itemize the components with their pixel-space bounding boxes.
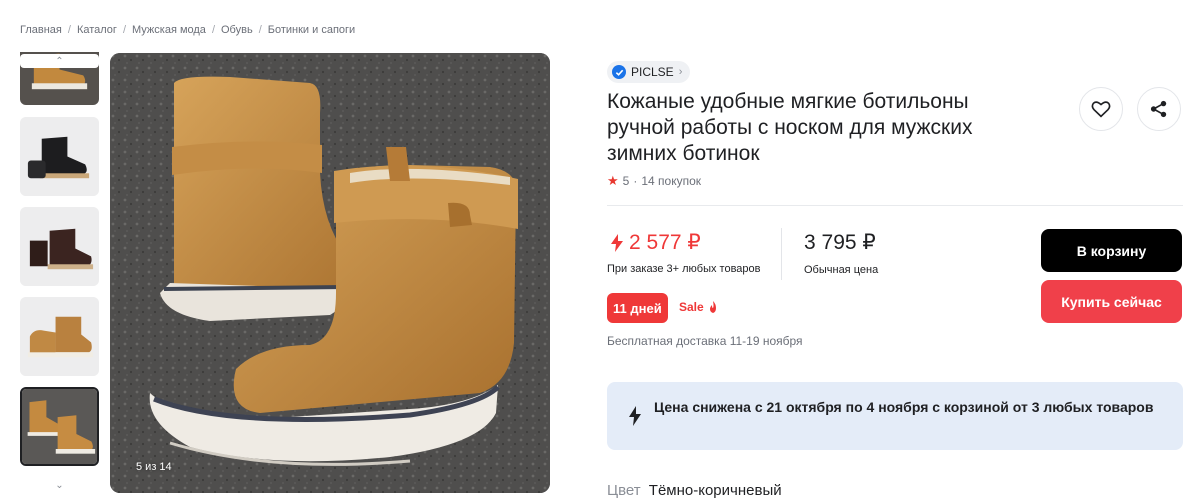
favorite-button[interactable] [1079,87,1123,131]
breadcrumb-home[interactable]: Главная [20,24,62,36]
thumbnail-3[interactable] [20,207,99,286]
regular-price-note: Обычная цена [804,264,879,276]
buy-now-button[interactable]: Купить сейчас [1041,280,1182,323]
product-title: Кожаные удобные мягкие ботильоны ручной … [607,90,973,165]
regular-price: 3 795 ₽ [804,231,876,254]
image-counter: 5 из 14 [136,461,172,473]
main-product-image[interactable]: 5 из 14 [110,53,550,493]
black-boot-thumbnail-image [20,117,99,196]
lightning-icon [611,233,623,252]
chevron-up-icon[interactable]: ⌃ [20,54,99,68]
thumbnail-5-selected[interactable] [20,387,99,466]
sale-badge: Sale [679,300,718,314]
color-value: Тёмно-коричневый [648,482,782,499]
breadcrumb-shoes[interactable]: Обувь [221,24,253,36]
tan-suede-boots-photo [110,53,550,493]
thumbnail-4[interactable] [20,297,99,376]
divider [607,205,1183,206]
thumbnail-2[interactable] [20,117,99,196]
share-icon [1150,100,1167,118]
thumbnail-strip: ⌃ ⌄ [20,52,100,499]
share-button[interactable] [1137,87,1181,131]
breadcrumb-separator: / [67,24,71,36]
breadcrumb-mens-fashion[interactable]: Мужская мода [132,24,206,36]
rating-separator: · [633,174,638,188]
breadcrumb: Главная / Каталог / Мужская мода / Обувь… [20,24,355,36]
chevron-down-icon[interactable]: ⌄ [20,478,99,492]
sale-label: Sale [679,300,704,314]
verified-badge-icon [612,65,626,79]
fire-icon [709,301,716,313]
color-label: Цвет [607,482,641,499]
sale-price-note: При заказе 3+ любых товаров [607,263,761,275]
purchase-count: 14 покупок [641,174,702,188]
promo-text: Цена снижена с 21 октября по 4 ноября с … [654,399,1154,415]
sale-price: 2 577 ₽ [611,230,701,255]
add-to-cart-button[interactable]: В корзину [1041,229,1182,272]
heart-icon [1091,101,1111,118]
rating-row[interactable]: ★ 5 · 14 покупок [607,173,701,189]
lightning-icon [629,406,641,426]
sale-price-value: 2 577 ₽ [629,231,701,254]
rating-value: 5 [622,174,630,188]
breadcrumb-boots[interactable]: Ботинки и сапоги [268,24,355,36]
delivery-info: Бесплатная доставка 11-19 ноября [607,334,803,348]
breadcrumb-catalog[interactable]: Каталог [77,24,117,36]
color-selector-label: Цвет Тёмно-коричневый [607,482,782,499]
breadcrumb-separator: / [258,24,262,36]
tan-boot-side-thumbnail-image [20,297,99,376]
price-divider [781,228,782,280]
dark-brown-boot-thumbnail-image [20,207,99,286]
breadcrumb-separator: / [122,24,126,36]
star-icon: ★ [607,173,619,188]
chevron-right-icon: › [678,66,683,78]
tan-boots-pair-thumbnail-image [22,389,97,464]
brand-name: PICLSE [631,65,674,79]
brand-chip[interactable]: PICLSE › [607,61,691,83]
days-left-badge: 11 дней [607,293,668,323]
breadcrumb-separator: / [211,24,215,36]
promo-banner: Цена снижена с 21 октября по 4 ноября с … [607,382,1183,450]
